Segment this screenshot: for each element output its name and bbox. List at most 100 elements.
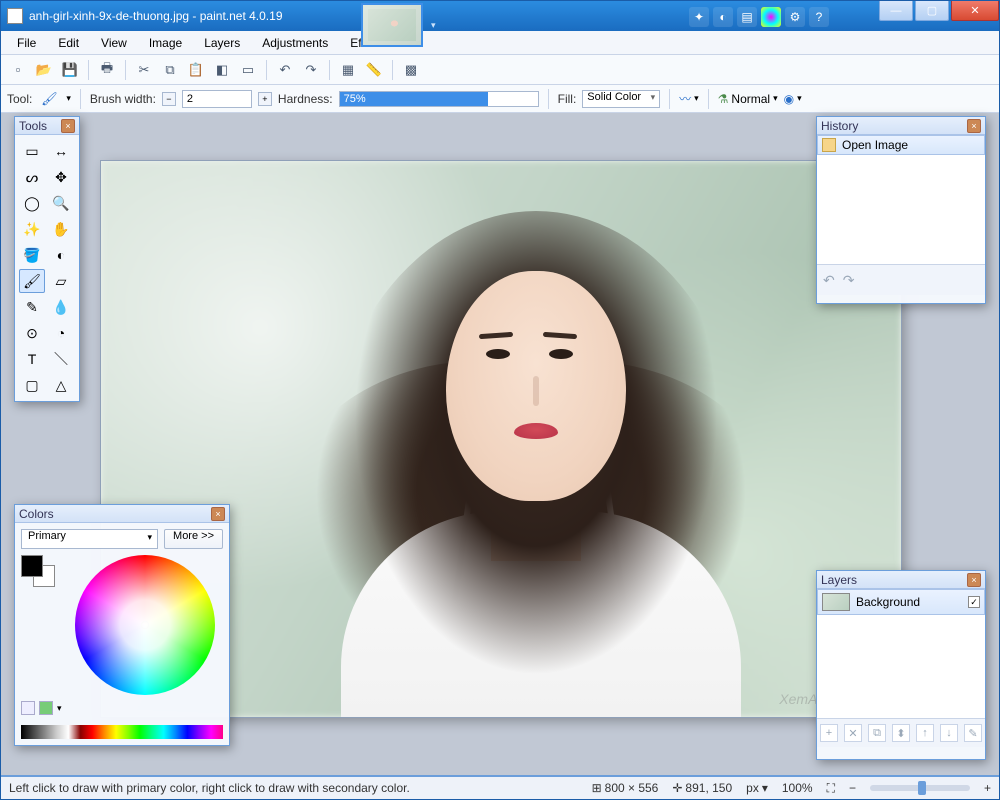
palette-menu-icon[interactable]: ▾ bbox=[57, 703, 62, 714]
maximize-button[interactable]: ▢ bbox=[915, 1, 949, 21]
cut-icon[interactable]: ✂ bbox=[133, 59, 155, 81]
tool-label: Tool: bbox=[7, 92, 32, 106]
zoom-in-icon[interactable]: + bbox=[984, 781, 991, 795]
crop-icon[interactable]: ◧ bbox=[211, 59, 233, 81]
minimize-button[interactable]: — bbox=[879, 1, 913, 21]
tool-move-selection[interactable]: ↔ bbox=[48, 139, 74, 163]
tool-recolor[interactable]: ◔ bbox=[48, 321, 74, 345]
app-icon bbox=[7, 8, 23, 24]
tool-rect-select[interactable]: ▭ bbox=[19, 139, 45, 163]
blend-mode-select[interactable]: ⚗ Normal ▾ bbox=[718, 92, 778, 106]
color-wheel[interactable] bbox=[75, 555, 215, 695]
layer-thumbnail bbox=[822, 593, 850, 611]
colors-panel-close[interactable]: × bbox=[211, 507, 225, 521]
stack-icon[interactable]: ▤ bbox=[737, 7, 757, 27]
menu-layers[interactable]: Layers bbox=[194, 33, 250, 53]
layer-duplicate-icon[interactable]: ⧉ bbox=[868, 724, 886, 742]
copy-icon[interactable]: ⧉ bbox=[159, 59, 181, 81]
layer-up-icon[interactable]: ↑ bbox=[916, 724, 934, 742]
tool-move-pixels[interactable]: ✥ bbox=[48, 165, 74, 189]
brush-width-increase[interactable]: + bbox=[258, 92, 272, 106]
undo-icon[interactable]: ↶ bbox=[274, 59, 296, 81]
ruler-icon[interactable]: 📏 bbox=[363, 59, 385, 81]
open-icon[interactable]: 📂 bbox=[33, 59, 55, 81]
menu-view[interactable]: View bbox=[91, 33, 137, 53]
colors-more-button[interactable]: More >> bbox=[164, 529, 223, 549]
tool-shapes-alt[interactable]: △ bbox=[48, 373, 74, 397]
menu-file[interactable]: File bbox=[7, 33, 46, 53]
status-zoom[interactable]: 100% bbox=[782, 781, 813, 795]
color-mode-select[interactable]: Primary bbox=[21, 529, 158, 549]
fill-select[interactable]: Solid Color bbox=[582, 90, 660, 108]
tool-paint-bucket[interactable]: 🪣 bbox=[19, 243, 45, 267]
tools-panel-close[interactable]: × bbox=[61, 119, 75, 133]
help-icon[interactable]: ? bbox=[809, 7, 829, 27]
tool-lasso[interactable]: ᔕ bbox=[19, 165, 45, 189]
wand-icon[interactable]: ✦ bbox=[689, 7, 709, 27]
tool-shapes[interactable]: ▢ bbox=[19, 373, 45, 397]
tool-ellipse-select[interactable]: ◯ bbox=[19, 191, 45, 215]
new-icon[interactable]: ▫ bbox=[7, 59, 29, 81]
add-document-icon[interactable]: ▾ bbox=[431, 20, 436, 31]
tool-magic-wand[interactable]: ✨ bbox=[19, 217, 45, 241]
manage-palette-icon[interactable] bbox=[39, 701, 53, 715]
add-color-icon[interactable] bbox=[21, 701, 35, 715]
tool-dropdown-icon[interactable]: ▾ bbox=[66, 93, 71, 104]
zoom-out-icon[interactable]: − bbox=[849, 781, 856, 795]
layer-item[interactable]: Background ✓ bbox=[817, 589, 985, 615]
antialias-toggle[interactable]: 〰▾ bbox=[679, 90, 699, 107]
clock-icon[interactable]: ◐ bbox=[713, 7, 733, 27]
zoom-fit-icon[interactable]: ⛶ bbox=[827, 781, 835, 796]
gear-icon[interactable]: ⚙ bbox=[785, 7, 805, 27]
layers-panel-close[interactable]: × bbox=[967, 573, 981, 587]
history-undo-icon[interactable]: ↶ bbox=[823, 272, 835, 289]
brush-width-decrease[interactable]: − bbox=[162, 92, 176, 106]
status-unit[interactable]: px ▾ bbox=[746, 781, 768, 795]
status-size: ⊞ 800 × 556 bbox=[592, 781, 659, 795]
layer-delete-icon[interactable]: ✕ bbox=[844, 724, 862, 742]
layer-visibility-checkbox[interactable]: ✓ bbox=[968, 596, 980, 608]
history-panel-close[interactable]: × bbox=[967, 119, 981, 133]
tool-paintbrush[interactable]: 🖌 bbox=[19, 269, 45, 293]
brush-width-input[interactable] bbox=[182, 90, 252, 108]
layers-panel: Layers × Background ✓ + ✕ ⧉ ⬍ ↑ ↓ ✎ bbox=[816, 570, 986, 760]
menubar: File Edit View Image Layers Adjustments … bbox=[1, 31, 999, 55]
pixel-grid-icon[interactable]: ▩ bbox=[400, 59, 422, 81]
paste-icon[interactable]: 📋 bbox=[185, 59, 207, 81]
tool-line[interactable]: ＼ bbox=[48, 347, 74, 371]
print-icon[interactable]: 🖶 bbox=[96, 59, 118, 81]
close-button[interactable]: ✕ bbox=[951, 1, 999, 21]
document-thumb[interactable] bbox=[361, 3, 423, 47]
layer-properties-icon[interactable]: ✎ bbox=[964, 724, 982, 742]
menu-edit[interactable]: Edit bbox=[48, 33, 89, 53]
grid-icon[interactable]: ▦ bbox=[337, 59, 359, 81]
tool-pan[interactable]: ✋ bbox=[48, 217, 74, 241]
tool-eraser[interactable]: ▱ bbox=[48, 269, 74, 293]
menu-image[interactable]: Image bbox=[139, 33, 192, 53]
layer-merge-icon[interactable]: ⬍ bbox=[892, 724, 910, 742]
layers-panel-title: Layers bbox=[821, 573, 857, 587]
palette-icon[interactable] bbox=[761, 7, 781, 27]
tool-color-picker[interactable]: 💧 bbox=[48, 295, 74, 319]
save-icon[interactable]: 💾 bbox=[59, 59, 81, 81]
tool-options-bar: Tool: 🖌 ▾ Brush width: − + Hardness: 75%… bbox=[1, 85, 999, 113]
history-redo-icon[interactable]: ↷ bbox=[843, 272, 855, 289]
tool-clone-stamp[interactable]: ⊙ bbox=[19, 321, 45, 345]
zoom-slider[interactable] bbox=[870, 785, 970, 791]
overwrite-toggle[interactable]: ◉▾ bbox=[784, 92, 802, 106]
tool-zoom[interactable]: 🔍 bbox=[48, 191, 74, 215]
deselect-icon[interactable]: ▭ bbox=[237, 59, 259, 81]
menu-adjustments[interactable]: Adjustments bbox=[252, 33, 338, 53]
tool-pencil[interactable]: ✎ bbox=[19, 295, 45, 319]
redo-icon[interactable]: ↷ bbox=[300, 59, 322, 81]
history-item[interactable]: Open Image bbox=[817, 135, 985, 155]
hardness-slider[interactable]: 75% bbox=[339, 91, 539, 107]
layer-add-icon[interactable]: + bbox=[820, 724, 838, 742]
active-tool-icon[interactable]: 🖌 bbox=[38, 88, 60, 110]
color-swatches[interactable] bbox=[21, 555, 59, 589]
tool-text[interactable]: T bbox=[19, 347, 45, 371]
tool-gradient[interactable]: ◐ bbox=[48, 243, 74, 267]
layer-down-icon[interactable]: ↓ bbox=[940, 724, 958, 742]
color-palette[interactable] bbox=[21, 725, 223, 739]
primary-color-swatch[interactable] bbox=[21, 555, 43, 577]
